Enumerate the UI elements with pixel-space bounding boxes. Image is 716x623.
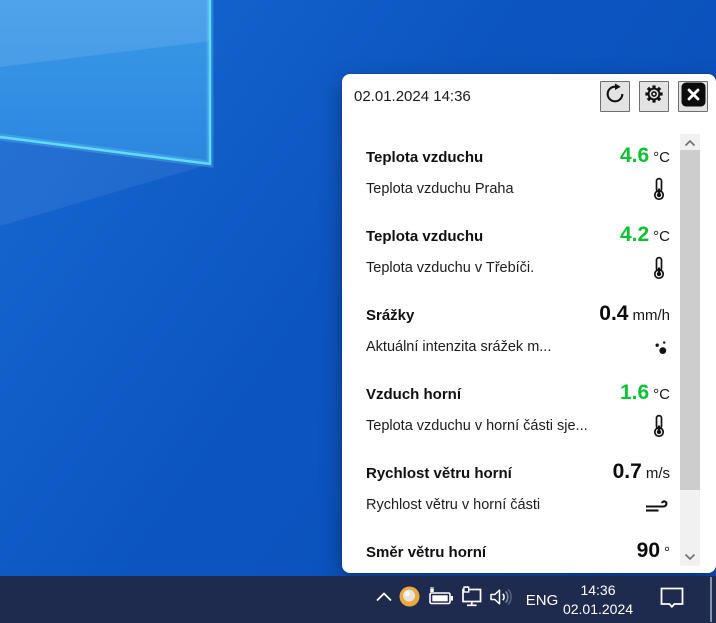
speaker-icon (487, 587, 514, 612)
close-icon (680, 81, 707, 113)
refresh-button[interactable] (600, 81, 630, 112)
sensor-subtitle: Teplota vzduchu v horní části sje... (366, 418, 588, 434)
network-button[interactable] (458, 588, 484, 610)
sensor-value-number: 90 (637, 539, 660, 562)
app-tray-icon (398, 585, 421, 613)
close-button[interactable] (678, 81, 708, 112)
notification-icon (658, 585, 686, 615)
taskbar-clock[interactable]: 14:36 02.01.2024 (552, 580, 644, 620)
sensor-row[interactable]: Směr větru horní 90° (366, 532, 670, 571)
sensor-value-number: 0.4 (599, 302, 628, 325)
scrollbar-thumb[interactable] (680, 150, 700, 490)
taskbar-date: 02.01.2024 (563, 600, 633, 619)
taskbar-time: 14:36 (580, 581, 615, 600)
sensor-value-number: 0.7 (613, 460, 642, 483)
weather-widget-panel: 02.01.2024 14:36 (342, 74, 716, 573)
taskbar: ENG 14:36 02.01.2024 (0, 576, 716, 623)
thermometer-icon (648, 256, 670, 280)
scrollbar[interactable] (680, 134, 700, 566)
action-center-button[interactable] (656, 586, 688, 614)
sensor-subtitle: Teplota vzduchu Praha (366, 181, 514, 197)
thermometer-icon (648, 414, 670, 438)
sensor-subtitle: Teplota vzduchu v Třebíči. (366, 260, 534, 276)
sensor-value: 4.6°C (620, 145, 670, 166)
sensor-value-unit: mm/h (633, 307, 671, 324)
sensor-title: Rychlost větru horní (366, 465, 512, 482)
sensor-value: 1.6°C (620, 382, 670, 403)
gear-icon (643, 83, 665, 110)
tray-app-button[interactable] (397, 587, 421, 611)
battery-button[interactable] (426, 589, 456, 609)
chevron-up-icon (374, 589, 394, 610)
settings-button[interactable] (639, 81, 669, 112)
sensor-title: Směr větru horní (366, 544, 486, 561)
sensor-row[interactable]: Vzduch horní 1.6°C Teplota vzduchu v hor… (366, 374, 670, 453)
sensor-value-unit: °C (653, 149, 670, 166)
thermometer-icon (648, 177, 670, 201)
sensor-value-unit: °C (653, 228, 670, 245)
sensor-title: Vzduch horní (366, 386, 461, 403)
raindrops-icon (650, 337, 670, 357)
sensor-value-number: 4.6 (620, 144, 649, 167)
sensor-row[interactable]: Rychlost větru horní 0.7m/s Rychlost vět… (366, 453, 670, 532)
refresh-icon (604, 83, 626, 110)
scroll-down-icon[interactable] (680, 548, 700, 566)
sensor-value: 0.7m/s (613, 461, 670, 482)
sensor-list: Teplota vzduchu 4.6°C Teplota vzduchu Pr… (366, 137, 670, 571)
sensor-title: Teplota vzduchu (366, 228, 483, 245)
sensor-value-unit: °C (653, 386, 670, 403)
sensor-title: Srážky (366, 307, 414, 324)
sensor-value: 0.4 mm/h (599, 303, 670, 324)
sensor-value: 4.2°C (620, 224, 670, 245)
volume-button[interactable] (486, 589, 514, 609)
sensor-value-number: 1.6 (620, 381, 649, 404)
sensor-subtitle: Rychlost větru v horní části (366, 497, 540, 513)
battery-icon (427, 587, 455, 612)
sensor-value-unit: ° (664, 544, 670, 561)
sensor-value: 90° (637, 540, 670, 561)
show-hidden-icons-button[interactable] (372, 589, 396, 609)
sensor-subtitle: Aktuální intenzita srážek m... (366, 339, 551, 355)
panel-datetime: 02.01.2024 14:36 (354, 88, 471, 105)
sensor-value-unit: m/s (646, 465, 670, 482)
network-icon (459, 586, 484, 613)
sensor-row[interactable]: Srážky 0.4 mm/h Aktuální intenzita srážek… (366, 295, 670, 374)
wind-icon (644, 496, 670, 514)
sensor-row[interactable]: Teplota vzduchu 4.2°C Teplota vzduchu v … (366, 216, 670, 295)
show-desktop-divider[interactable] (710, 577, 712, 622)
sensor-value-number: 4.2 (620, 223, 649, 246)
sensor-title: Teplota vzduchu (366, 149, 483, 166)
desktop: 02.01.2024 14:36 (0, 0, 716, 623)
sensor-row[interactable]: Teplota vzduchu 4.6°C Teplota vzduchu Pr… (366, 137, 670, 216)
